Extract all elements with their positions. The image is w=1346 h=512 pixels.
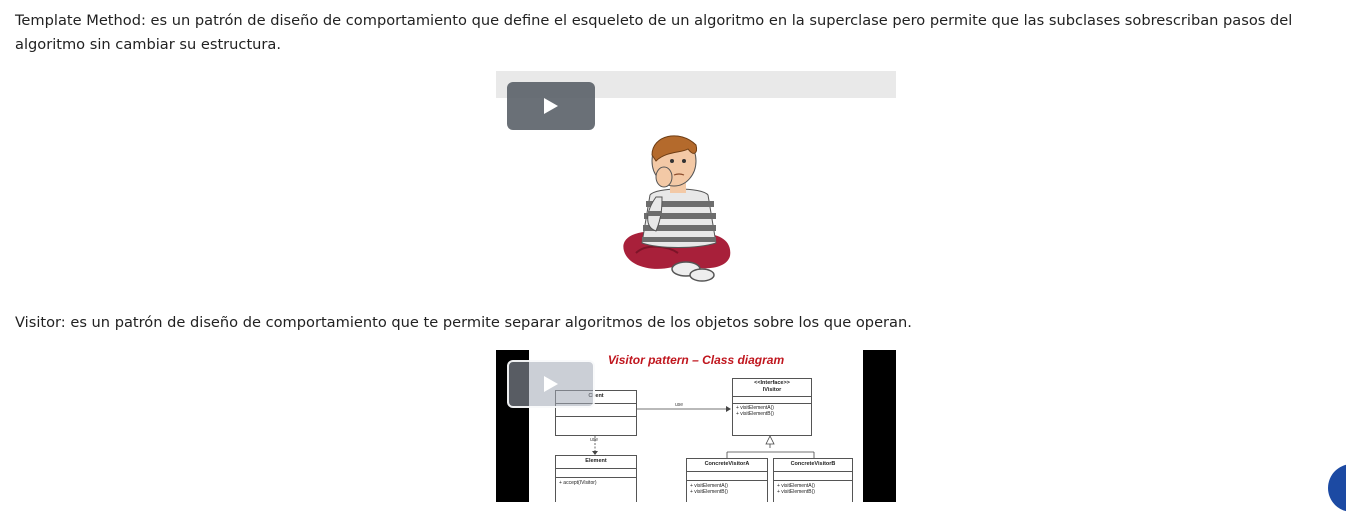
visitor-video[interactable]: Visitor pattern – Class diagram use use … xyxy=(496,350,896,502)
concrete-visitor-b-op-b: + visitElementB() xyxy=(777,489,815,495)
element-class-name: Element xyxy=(585,458,607,464)
visitor-term: Visitor xyxy=(15,314,61,331)
ivisitor-op-a: + visitElementA() xyxy=(736,405,774,411)
video-play-button[interactable] xyxy=(507,360,595,408)
concrete-visitor-b-name: ConcreteVisitorB xyxy=(790,461,836,467)
template-method-term: Template Method xyxy=(15,12,141,29)
ivisitor-op-b: + visitElementB() xyxy=(736,411,774,417)
template-method-paragraph: Template Method: es un patrón de diseño … xyxy=(15,9,1340,57)
visitor-description: : es un patrón de diseño de comportamien… xyxy=(60,314,912,331)
visitor-paragraph: Visitor: es un patrón de diseño de compo… xyxy=(15,311,1340,335)
concrete-visitor-a-box: ConcreteVisitorA + visitElementA() + vis… xyxy=(686,458,768,502)
concrete-visitor-a-name: ConcreteVisitorA xyxy=(704,461,750,467)
use-label-horizontal: use xyxy=(675,402,684,408)
element-class-box: Element + accept(IVisitor) xyxy=(555,455,637,502)
template-method-video[interactable] xyxy=(496,71,896,291)
ivisitor-interface-box: <<Interface>> IVisitor + visitElementA()… xyxy=(732,378,812,436)
thinking-boy-illustration xyxy=(616,131,746,291)
ivisitor-stereotype: <<Interface>> xyxy=(754,380,790,386)
use-label-vertical: use xyxy=(590,437,599,443)
template-method-description: : es un patrón de diseño de comportamien… xyxy=(15,12,1293,53)
element-op: + accept(IVisitor) xyxy=(559,480,597,486)
play-icon xyxy=(544,376,558,392)
concrete-visitor-b-box: ConcreteVisitorB + visitElementA() + vis… xyxy=(773,458,853,502)
ivisitor-name: IVisitor xyxy=(762,387,782,393)
concrete-visitor-a-op-a: + visitElementA() xyxy=(690,483,728,489)
video-play-button[interactable] xyxy=(507,82,595,130)
concrete-visitor-b-op-a: + visitElementA() xyxy=(777,483,815,489)
concrete-visitor-a-op-b: + visitElementB() xyxy=(690,489,728,495)
floating-chat-button[interactable] xyxy=(1328,464,1346,512)
play-icon xyxy=(544,98,558,114)
